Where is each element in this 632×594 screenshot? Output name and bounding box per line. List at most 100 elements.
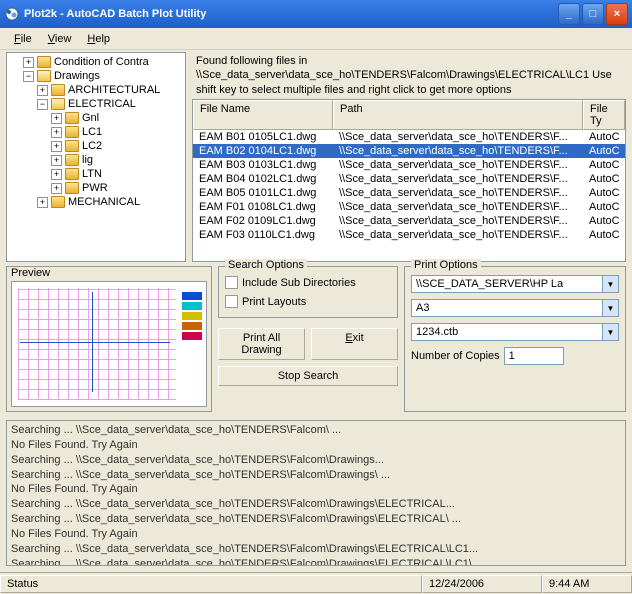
tree-toggle-icon[interactable]: + — [51, 141, 62, 152]
tree-label: Gnl — [82, 112, 99, 124]
window-title: Plot2k - AutoCAD Batch Plot Utility — [24, 8, 558, 20]
tree-item[interactable]: + lig — [9, 153, 183, 167]
table-row[interactable]: EAM B04 0102LC1.dwg\\Sce_data_server\dat… — [193, 172, 625, 186]
tree-toggle-icon[interactable]: − — [37, 99, 48, 110]
table-row[interactable]: EAM B05 0101LC1.dwg\\Sce_data_server\dat… — [193, 186, 625, 200]
folder-icon — [51, 98, 65, 110]
table-row[interactable]: EAM B02 0104LC1.dwg\\Sce_data_server\dat… — [193, 144, 625, 158]
copies-input[interactable] — [504, 347, 564, 365]
folder-icon — [51, 196, 65, 208]
include-sub-label: Include Sub Directories — [242, 277, 356, 289]
folder-tree[interactable]: + Condition of Contra − Drawings + ARCHITECTU… — [6, 52, 186, 262]
exit-button[interactable]: Exit — [311, 328, 398, 360]
print-options: Print Options \\SCE_DATA_SERVER\HP La ▼ … — [404, 266, 626, 412]
log-line: Searching ... \\Sce_data_server\data_sce… — [11, 512, 621, 527]
tree-toggle-icon[interactable]: + — [37, 85, 48, 96]
tree-item[interactable]: +MECHANICAL — [9, 195, 183, 209]
col-filetype[interactable]: File Ty — [583, 100, 625, 130]
log-line: No Files Found. Try Again — [11, 527, 621, 542]
status-date: 12/24/2006 — [422, 575, 542, 593]
tree-item[interactable]: + ARCHITECTURAL — [9, 83, 183, 97]
tree-toggle-icon[interactable]: − — [23, 71, 34, 82]
app-icon — [4, 6, 20, 22]
stop-search-button[interactable]: Stop Search — [218, 366, 398, 386]
folder-icon — [65, 140, 79, 152]
tree-toggle-icon[interactable]: + — [23, 57, 34, 68]
tree-label: PWR — [82, 182, 108, 194]
table-row[interactable]: EAM B03 0103LC1.dwg\\Sce_data_server\dat… — [193, 158, 625, 172]
menu-view-label: iew — [55, 33, 72, 45]
printer-dropdown-icon[interactable]: ▼ — [603, 275, 619, 293]
folder-icon — [37, 56, 51, 68]
tree-label: Drawings — [54, 70, 100, 82]
maximize-button[interactable]: □ — [582, 3, 604, 25]
copies-label: Number of Copies — [411, 350, 500, 362]
paper-select[interactable]: A3 — [411, 299, 603, 317]
folder-icon — [65, 112, 79, 124]
found-message: Found following files in \\Sce_data_serv… — [192, 52, 626, 99]
table-row[interactable]: EAM B01 0105LC1.dwg\\Sce_data_server\dat… — [193, 130, 625, 144]
tree-item[interactable]: + Gnl — [9, 111, 183, 125]
titlebar[interactable]: Plot2k - AutoCAD Batch Plot Utility _ □ … — [0, 0, 632, 28]
log-line: Searching ... \\Sce_data_server\data_sce… — [11, 497, 621, 512]
menu-help[interactable]: Help — [79, 31, 118, 47]
tree-toggle-icon[interactable]: + — [51, 183, 62, 194]
close-button[interactable]: × — [606, 3, 628, 25]
preview-title: Preview — [7, 267, 211, 281]
minimize-button[interactable]: _ — [558, 3, 580, 25]
folder-icon — [65, 182, 79, 194]
printer-select[interactable]: \\SCE_DATA_SERVER\HP La — [411, 275, 603, 293]
tree-item[interactable]: + PWR — [9, 181, 183, 195]
tree-item[interactable]: + LC2 — [9, 139, 183, 153]
ctb-select[interactable]: 1234.ctb — [411, 323, 603, 341]
menubar: File View Help — [0, 28, 632, 50]
col-filename[interactable]: File Name — [193, 100, 333, 130]
folder-icon — [51, 84, 65, 96]
menu-view[interactable]: View — [40, 31, 80, 47]
tree-toggle-icon[interactable]: + — [51, 155, 62, 166]
tree-toggle-icon[interactable]: + — [37, 197, 48, 208]
print-layouts-label: Print Layouts — [242, 296, 306, 308]
log-line: Searching ... \\Sce_data_server\data_sce… — [11, 423, 621, 438]
tree-label: LC2 — [82, 140, 102, 152]
status-time: 9:44 AM — [542, 575, 632, 593]
print-all-button[interactable]: Print All Drawing — [218, 328, 305, 360]
log-line: No Files Found. Try Again — [11, 438, 621, 453]
tree-label: lig — [82, 154, 93, 166]
tree-toggle-icon[interactable]: + — [51, 113, 62, 124]
file-list[interactable]: File Name Path File Ty EAM B01 0105LC1.d… — [192, 99, 626, 262]
table-row[interactable]: EAM F03 0110LC1.dwg\\Sce_data_server\dat… — [193, 228, 625, 242]
tree-toggle-icon[interactable]: + — [51, 127, 62, 138]
log-line: Searching ... \\Sce_data_server\data_sce… — [11, 453, 621, 468]
include-sub-checkbox[interactable] — [225, 276, 238, 289]
tree-item[interactable]: − Drawings — [9, 69, 183, 83]
tree-toggle-icon[interactable]: + — [51, 169, 62, 180]
log-line: Searching ... \\Sce_data_server\data_sce… — [11, 542, 621, 557]
folder-icon — [65, 168, 79, 180]
tree-label: ELECTRICAL — [68, 98, 136, 110]
menu-help-label: elp — [95, 33, 110, 45]
log-line: Searching ... \\Sce_data_server\data_sce… — [11, 557, 621, 566]
tree-label: Condition of Contra — [54, 56, 149, 68]
ctb-dropdown-icon[interactable]: ▼ — [603, 323, 619, 341]
tree-item[interactable]: +LC1 — [9, 125, 183, 139]
menu-file[interactable]: File — [6, 31, 40, 47]
tree-item[interactable]: + Condition of Contra — [9, 55, 183, 69]
folder-icon — [65, 154, 79, 166]
paper-dropdown-icon[interactable]: ▼ — [603, 299, 619, 317]
log-panel[interactable]: Searching ... \\Sce_data_server\data_sce… — [6, 420, 626, 566]
table-row[interactable]: EAM F01 0108LC1.dwg\\Sce_data_server\dat… — [193, 200, 625, 214]
folder-icon — [37, 70, 51, 82]
tree-label: LTN — [82, 168, 102, 180]
print-layouts-checkbox[interactable] — [225, 295, 238, 308]
tree-item[interactable]: − ELECTRICAL — [9, 97, 183, 111]
search-options-title: Search Options — [225, 259, 307, 271]
log-line: No Files Found. Try Again — [11, 482, 621, 497]
tree-label: ARCHITECTURAL — [68, 84, 160, 96]
tree-item[interactable]: + LTN — [9, 167, 183, 181]
print-options-title: Print Options — [411, 259, 481, 271]
table-row[interactable]: EAM F02 0109LC1.dwg\\Sce_data_server\dat… — [193, 214, 625, 228]
log-line: Searching ... \\Sce_data_server\data_sce… — [11, 468, 621, 483]
col-path[interactable]: Path — [333, 100, 583, 130]
preview-panel: Preview — [6, 266, 212, 412]
